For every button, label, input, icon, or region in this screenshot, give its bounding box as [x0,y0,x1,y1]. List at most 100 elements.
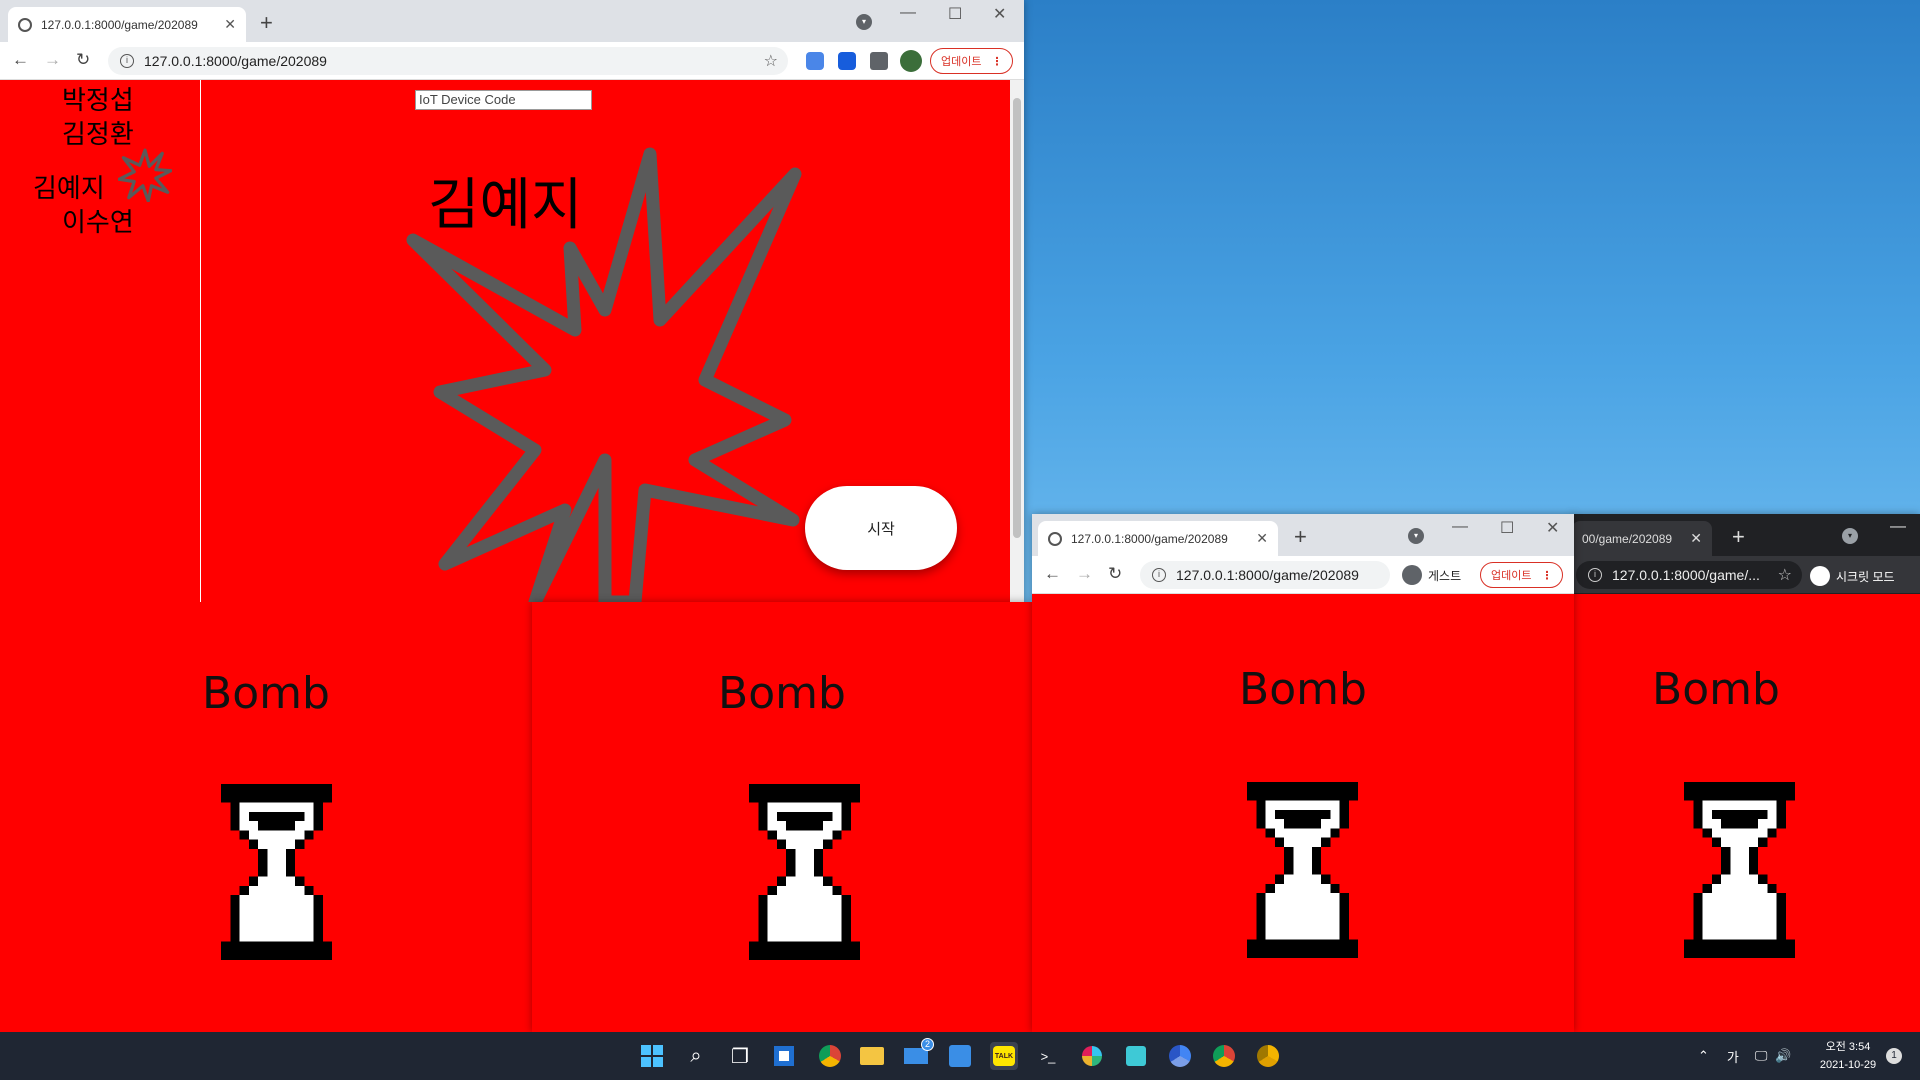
close-window-button[interactable]: ✕ [1546,518,1559,538]
reload-button[interactable]: ↻ [76,50,90,70]
maximize-button[interactable]: ☐ [948,4,962,24]
player-name: 김정환 [62,120,134,150]
widgets-icon[interactable] [770,1042,798,1070]
system-tray: ⌃ 가 🖵 🔊 [1698,1032,1792,1080]
tab-search-button[interactable]: ▾ [1842,528,1858,544]
tab-strip: 127.0.0.1:8000/game/202089 ✕ + ▾ — ☐ ✕ [0,0,1024,42]
task-view-icon[interactable]: ❐ [726,1042,754,1070]
chrome-icon[interactable] [816,1042,844,1070]
volume-icon[interactable]: 🔊 [1775,1048,1791,1064]
tab-strip: 127.0.0.1:8000/game/202089 ✕ + ▾ — ☐ ✕ [1032,514,1574,556]
incognito-label[interactable]: 시크릿 모드 [1836,568,1895,585]
player-name: 박정섭 [62,86,134,116]
site-info-icon[interactable]: i [1588,568,1602,582]
bomb-title: Bomb [718,668,846,719]
bomb-window-1: Bomb [0,602,532,1032]
search-icon[interactable]: ⌕ [682,1042,710,1070]
vscode-icon[interactable] [1122,1042,1150,1070]
incognito-browser-window: 00/game/202089 ✕ + ▾ — i 127.0.0.1:8000/… [1572,514,1920,1032]
forward-button[interactable]: → [44,50,61,70]
bookmark-star-icon[interactable]: ☆ [1778,565,1792,585]
slack-icon[interactable] [1078,1042,1106,1070]
url-text: 127.0.0.1:8000/game/202089 [144,53,327,69]
update-label: 업데이트 [1491,570,1532,582]
new-tab-button[interactable]: + [1294,524,1307,550]
reload-button[interactable]: ↻ [1108,564,1122,584]
tab-title: 127.0.0.1:8000/game/202089 [41,17,198,32]
menu-dots-icon: ⋮ [1541,569,1553,582]
file-explorer-icon[interactable] [858,1042,886,1070]
incognito-icon [1810,566,1830,586]
minimize-button[interactable]: — [900,4,916,22]
bitwarden-extension-icon[interactable] [838,52,856,70]
hourglass-icon [749,784,860,960]
profile-avatar[interactable] [900,50,922,72]
start-button[interactable]: 시작 [805,486,957,570]
translate-extension-icon[interactable] [806,52,824,70]
site-info-icon[interactable]: i [120,54,134,68]
forward-button[interactable]: → [1076,564,1093,584]
bomb-title: Bomb [1239,664,1367,715]
clock-time: 오전 3:54 [1825,1041,1871,1053]
browser-tab[interactable]: 00/game/202089 ✕ [1572,521,1712,556]
network-icon[interactable]: 🖵 [1755,1048,1768,1064]
new-tab-button[interactable]: + [1732,524,1745,550]
terminal-icon[interactable]: >_ [1034,1042,1062,1070]
site-info-icon[interactable]: i [1152,568,1166,582]
tab-search-button[interactable]: ▾ [856,14,872,30]
address-bar[interactable]: i 127.0.0.1:8000/game/202089 [1140,561,1390,589]
tab-strip: 00/game/202089 ✕ + ▾ — [1572,514,1920,556]
clock[interactable]: 오전 3:54 2021-10-29 [1808,1038,1888,1074]
browser-tab[interactable]: 127.0.0.1:8000/game/202089 ✕ [1038,521,1278,556]
address-bar[interactable]: i 127.0.0.1:8000/game/202089 ☆ [108,47,788,75]
extensions-puzzle-icon[interactable] [870,52,888,70]
hourglass-icon [1247,782,1358,958]
mail-icon[interactable]: 2 [902,1038,934,1070]
update-button[interactable]: 업데이트 ⋮ [1480,562,1564,588]
player-name-active: 김예지 [33,174,105,204]
update-label: 업데이트 [941,56,982,68]
current-player-name: 김예지 [428,173,583,238]
new-tab-button[interactable]: + [260,10,273,36]
close-tab-icon[interactable]: ✕ [1690,530,1702,547]
minimize-button[interactable]: — [1452,518,1468,536]
bomb-window-2: Bomb [532,602,1032,1032]
close-window-button[interactable]: ✕ [993,4,1006,24]
minimize-button[interactable]: — [1890,518,1906,536]
guest-label[interactable]: 게스트 [1428,567,1461,584]
browser-tab[interactable]: 127.0.0.1:8000/game/202089 ✕ [8,7,246,42]
close-tab-icon[interactable]: ✕ [224,16,236,33]
chrome-canary-icon[interactable] [1254,1042,1282,1070]
bomb-title: Bomb [1652,664,1780,715]
maximize-button[interactable]: ☐ [1500,518,1514,538]
address-bar[interactable]: i 127.0.0.1:8000/game/... ☆ [1576,561,1802,589]
player-list-panel: 박정섭 김정환 김예지 이수연 [0,80,201,602]
close-tab-icon[interactable]: ✕ [1256,530,1268,547]
tab-search-button[interactable]: ▾ [1408,528,1424,544]
kakaotalk-icon[interactable]: TALK [990,1042,1018,1070]
url-text: 127.0.0.1:8000/game/202089 [1176,567,1359,583]
calendar-icon[interactable] [946,1042,974,1070]
chrome-icon[interactable] [1210,1042,1238,1070]
mini-burst-icon [118,148,172,202]
update-button[interactable]: 업데이트 ⋮ [930,48,1014,74]
ime-indicator[interactable]: 가 [1727,1047,1739,1066]
windows-start-icon[interactable] [638,1042,666,1070]
menu-dots-icon: ⋮ [991,55,1003,68]
clock-date: 2021-10-29 [1819,1059,1877,1071]
back-button[interactable]: ← [12,50,29,70]
mail-badge: 2 [921,1038,934,1051]
main-browser-window: 127.0.0.1:8000/game/202089 ✕ + ▾ — ☐ ✕ ←… [0,0,1024,602]
tab-title: 127.0.0.1:8000/game/202089 [1071,531,1228,546]
globe-icon [18,17,32,32]
notification-badge[interactable]: 1 [1886,1048,1902,1064]
kakao-label: TALK [993,1046,1015,1066]
back-button[interactable]: ← [1044,564,1061,584]
chrome-dev-icon[interactable] [1166,1042,1194,1070]
tray-overflow-icon[interactable]: ⌃ [1698,1048,1709,1064]
iot-device-code-input[interactable]: IoT Device Code [415,90,592,110]
vertical-scrollbar[interactable] [1010,80,1024,602]
bookmark-star-icon[interactable]: ☆ [764,51,778,71]
scrollbar-thumb[interactable] [1013,98,1021,538]
browser-toolbar: ← → ↻ i 127.0.0.1:8000/game/202089 ☆ 업데이… [0,42,1024,80]
